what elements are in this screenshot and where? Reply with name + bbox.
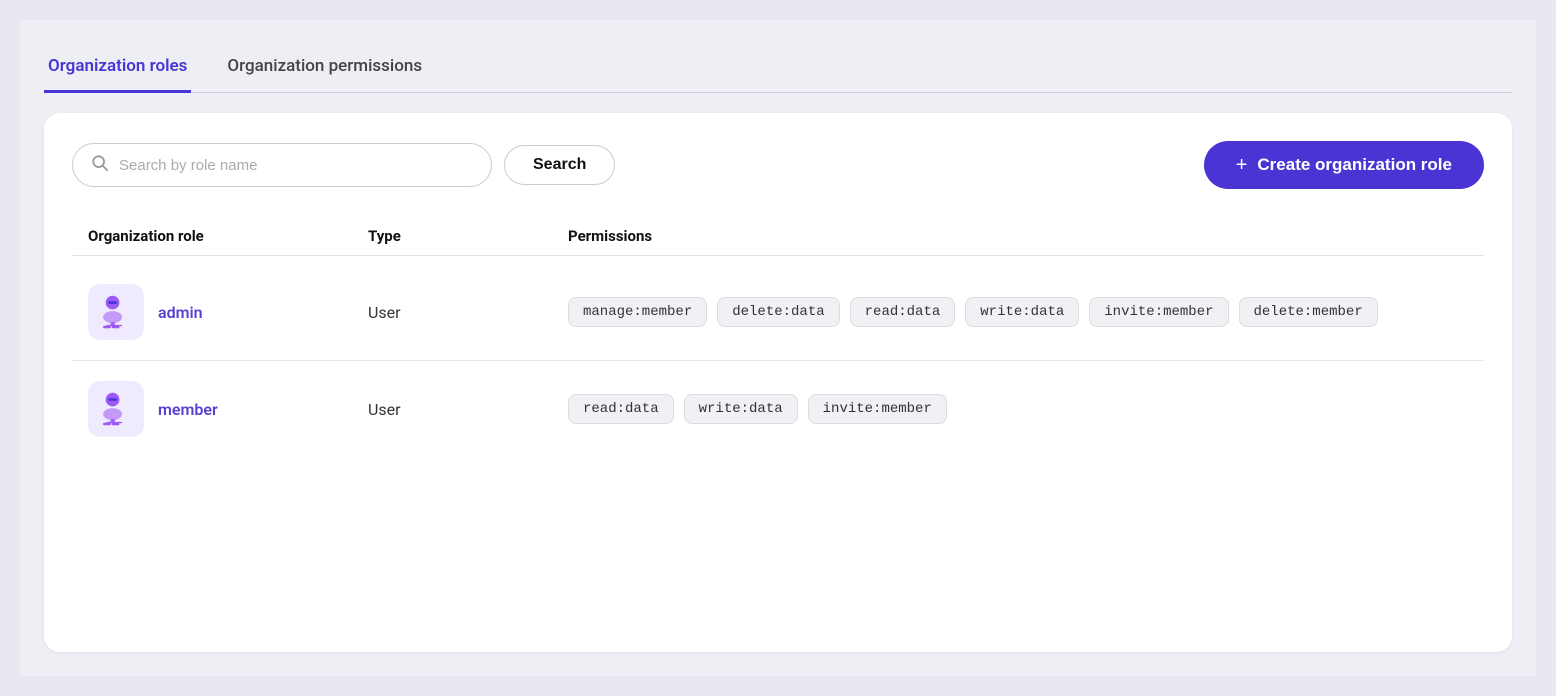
permissions-admin: manage:member delete:data read:data writ… xyxy=(568,297,1468,327)
role-type-member: User xyxy=(368,400,568,419)
search-input-wrapper xyxy=(72,143,492,187)
search-icon xyxy=(91,154,109,176)
search-input[interactable] xyxy=(119,157,473,174)
role-cell-admin: admin xyxy=(88,284,368,340)
role-type-admin: User xyxy=(368,303,568,322)
tab-org-permissions[interactable]: Organization permissions xyxy=(223,44,426,93)
page-container: Organization roles Organization permissi… xyxy=(20,20,1536,676)
permission-badge: read:data xyxy=(850,297,956,327)
permission-badge: read:data xyxy=(568,394,674,424)
col-header-role: Organization role xyxy=(88,227,368,245)
role-cell-member: member xyxy=(88,381,368,437)
table-header: Organization role Type Permissions xyxy=(72,217,1484,256)
table-body: admin User manage:member delete:data rea… xyxy=(72,264,1484,457)
tab-org-roles[interactable]: Organization roles xyxy=(44,44,191,93)
table-row: member User read:data write:data invite:… xyxy=(72,361,1484,457)
col-header-type: Type xyxy=(368,227,568,245)
create-button-label: Create organization role xyxy=(1257,155,1452,175)
create-org-role-button[interactable]: + Create organization role xyxy=(1204,141,1484,189)
tabs-bar: Organization roles Organization permissi… xyxy=(44,44,1512,93)
permission-badge: write:data xyxy=(965,297,1079,327)
tab-org-permissions-label: Organization permissions xyxy=(227,56,422,76)
tab-org-roles-label: Organization roles xyxy=(48,56,187,76)
search-button[interactable]: Search xyxy=(504,145,615,185)
plus-icon: + xyxy=(1236,155,1248,175)
col-header-permissions: Permissions xyxy=(568,227,1468,245)
role-name-admin: admin xyxy=(158,303,203,322)
main-card: Search + Create organization role Organi… xyxy=(44,113,1512,652)
table-row: admin User manage:member delete:data rea… xyxy=(72,264,1484,361)
permission-badge: delete:member xyxy=(1239,297,1378,327)
permission-badge: invite:member xyxy=(808,394,947,424)
permission-badge: write:data xyxy=(684,394,798,424)
role-name-member: member xyxy=(158,400,218,419)
avatar-member xyxy=(88,381,144,437)
permission-badge: delete:data xyxy=(717,297,839,327)
permissions-member: read:data write:data invite:member xyxy=(568,394,1468,424)
permission-badge: invite:member xyxy=(1089,297,1228,327)
avatar-admin xyxy=(88,284,144,340)
search-area: Search + Create organization role xyxy=(72,141,1484,189)
search-button-label: Search xyxy=(533,156,586,173)
permission-badge: manage:member xyxy=(568,297,707,327)
